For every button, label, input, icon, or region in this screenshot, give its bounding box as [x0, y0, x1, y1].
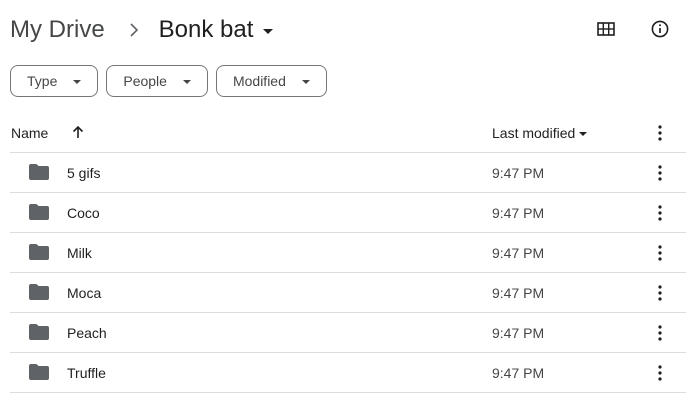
file-name: Milk: [67, 244, 92, 261]
file-table: Name Last modified 5 gifs 9:47 PM Coco 9…: [10, 113, 686, 393]
filter-type-label: Type: [27, 73, 58, 89]
folder-icon: [29, 204, 49, 222]
filter-modified-label: Modified: [232, 73, 286, 89]
folder-icon: [29, 244, 49, 262]
more-vert-icon[interactable]: [650, 122, 670, 144]
header-actions: [593, 16, 673, 42]
file-name: Truffle: [67, 364, 106, 381]
table-row[interactable]: Coco 9:47 PM: [10, 193, 686, 233]
more-vert-icon[interactable]: [650, 202, 670, 224]
table-row[interactable]: Moca 9:47 PM: [10, 273, 686, 313]
file-modified: 9:47 PM: [492, 244, 545, 261]
folder-icon: [29, 364, 49, 382]
table-row[interactable]: 5 gifs 9:47 PM: [10, 153, 686, 193]
more-vert-icon[interactable]: [650, 282, 670, 304]
filter-bar: Type People Modified: [10, 65, 327, 97]
file-modified: 9:47 PM: [492, 164, 545, 181]
folder-icon: [29, 324, 49, 342]
breadcrumb-current-label: Bonk bat: [158, 16, 254, 43]
chevron-right-icon: [129, 23, 139, 37]
info-icon[interactable]: [647, 16, 673, 42]
breadcrumb-root[interactable]: My Drive: [10, 16, 105, 44]
file-name: Moca: [67, 284, 102, 301]
more-vert-icon[interactable]: [650, 362, 670, 384]
file-name: Coco: [67, 204, 100, 221]
file-modified: 9:47 PM: [492, 204, 545, 221]
file-name: Peach: [67, 324, 107, 341]
filter-type-chip[interactable]: Type: [10, 65, 99, 97]
file-modified: 9:47 PM: [492, 364, 545, 381]
folder-icon: [29, 284, 49, 302]
breadcrumb-current[interactable]: Bonk bat: [159, 16, 274, 44]
file-modified: 9:47 PM: [492, 324, 545, 341]
column-header-name[interactable]: Name: [11, 125, 48, 141]
file-name: 5 gifs: [67, 164, 101, 181]
column-header-last-modified-label: Last modified: [492, 124, 576, 141]
caret-down-icon: [301, 80, 310, 84]
caret-down-icon: [73, 80, 82, 84]
filter-people-label: People: [123, 73, 167, 89]
sort-ascending-icon[interactable]: [70, 124, 86, 145]
caret-down-icon: [263, 28, 274, 34]
table-row[interactable]: Peach 9:47 PM: [10, 313, 686, 353]
table-header: Name Last modified: [10, 113, 686, 153]
grid-view-icon[interactable]: [593, 16, 619, 42]
table-row[interactable]: Milk 9:47 PM: [10, 233, 686, 273]
table-row[interactable]: Truffle 9:47 PM: [10, 353, 686, 393]
filter-people-chip[interactable]: People: [106, 65, 208, 97]
more-vert-icon[interactable]: [650, 162, 670, 184]
column-header-last-modified[interactable]: Last modified: [492, 124, 588, 141]
more-vert-icon[interactable]: [650, 322, 670, 344]
more-vert-icon[interactable]: [650, 242, 670, 264]
caret-down-icon: [579, 131, 588, 136]
file-modified: 9:47 PM: [492, 284, 545, 301]
caret-down-icon: [182, 80, 191, 84]
header: My Drive Bonk bat: [10, 12, 683, 48]
filter-modified-chip[interactable]: Modified: [215, 65, 327, 97]
folder-icon: [29, 164, 49, 182]
